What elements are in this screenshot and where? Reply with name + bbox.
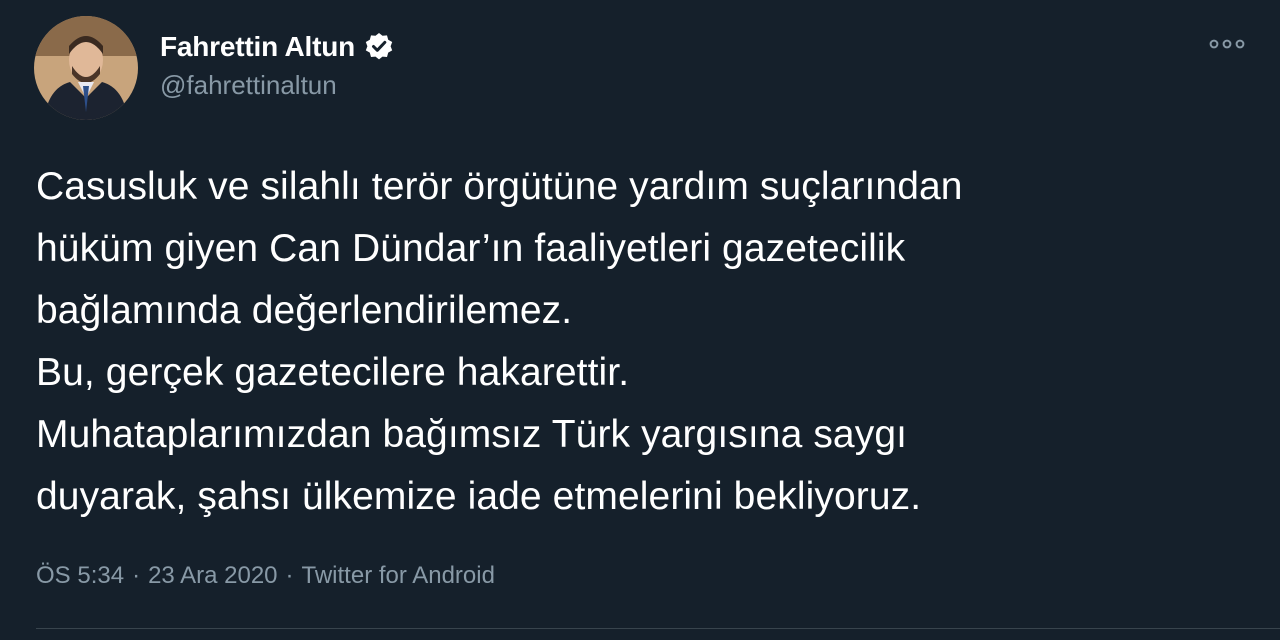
tweet-text-line: Muhataplarımızdan bağımsız Türk yargısın… <box>36 413 908 456</box>
meta-separator: · <box>285 562 294 589</box>
avatar-photo <box>34 16 138 120</box>
tweet-date[interactable]: 23 Ara 2020 <box>148 562 277 589</box>
divider <box>36 628 1280 629</box>
tweet-metadata: ÖS 5:34 · 23 Ara 2020 · Twitter for Android <box>36 562 495 590</box>
author-name-row: Fahrettin Altun <box>160 27 395 67</box>
meta-separator: · <box>132 562 141 589</box>
tweet-text-line: bağlamında değerlendirilemez. <box>36 289 573 332</box>
tweet-source-link[interactable]: Twitter for Android <box>302 562 495 589</box>
tweet-text: Casusluk ve silahlı terör örgütüne yardı… <box>36 156 1236 528</box>
author-handle[interactable]: @fahrettinaltun <box>160 70 337 101</box>
verified-badge-icon <box>363 31 395 63</box>
tweet-text-line: duyarak, şahsı ülkemize iade etmelerini … <box>36 475 922 518</box>
more-options-button[interactable] <box>1200 24 1254 64</box>
tweet-text-line: hüküm giyen Can Dündar’ın faaliyetleri g… <box>36 227 906 270</box>
author-avatar[interactable] <box>34 16 138 120</box>
author-display-name[interactable]: Fahrettin Altun <box>160 31 355 63</box>
tweet-time[interactable]: ÖS 5:34 <box>36 562 124 589</box>
more-options-icon <box>1209 39 1245 49</box>
tweet-text-line: Bu, gerçek gazetecilere hakarettir. <box>36 351 630 394</box>
tweet-text-line: Casusluk ve silahlı terör örgütüne yardı… <box>36 165 963 208</box>
tweet-card: Fahrettin Altun @fahrettinaltun Casusluk… <box>0 0 1280 640</box>
